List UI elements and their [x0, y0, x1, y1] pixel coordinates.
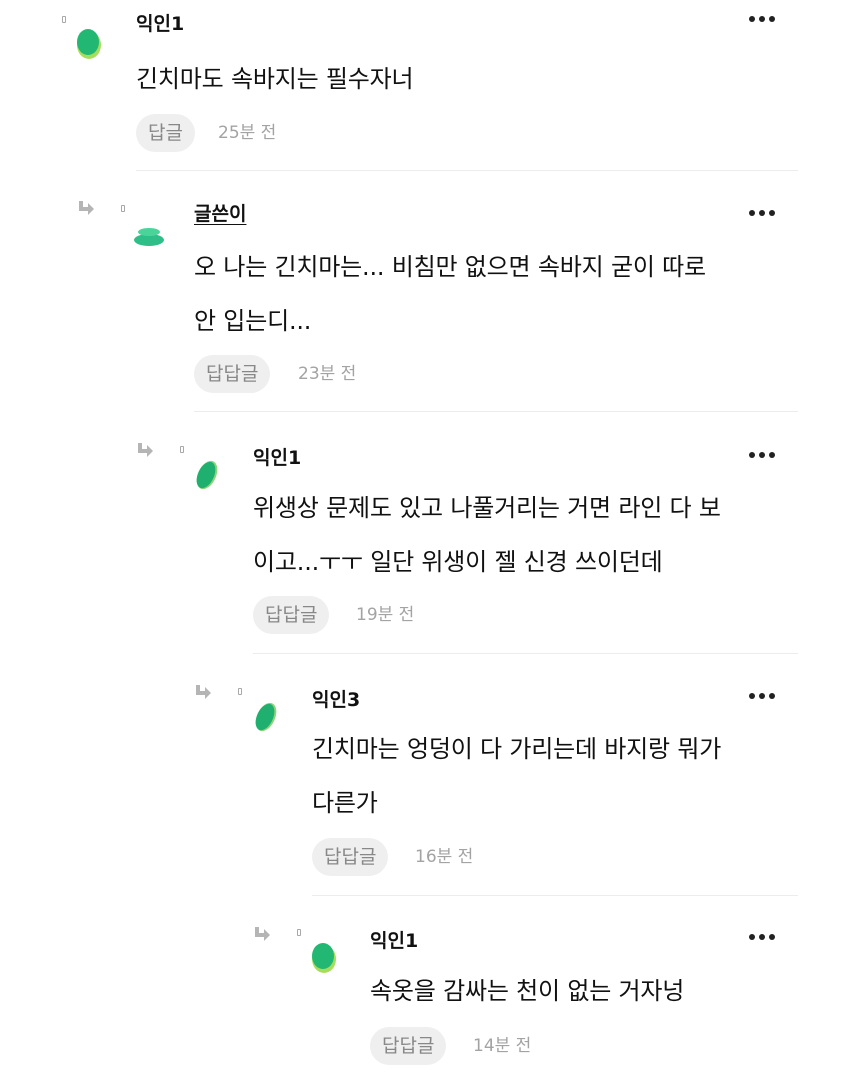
- comment-text-line: 긴치마는 엉덩이 다 가리는데 바지랑 뭐가: [312, 735, 722, 763]
- reply-button[interactable]: 답답글: [253, 596, 330, 634]
- comment-text-line: 다른가: [312, 789, 378, 817]
- reply-button[interactable]: 답답글: [194, 355, 271, 393]
- avatar-icon[interactable]: [249, 700, 283, 734]
- avatar-icon[interactable]: [190, 458, 224, 492]
- comment-text-line: 이고...ㅜㅜ 일단 위생이 젤 신경 쓰이던데: [253, 548, 663, 576]
- reply-button[interactable]: 답글: [136, 114, 195, 152]
- badge-mark-icon: [121, 205, 125, 212]
- avatar-icon[interactable]: [132, 222, 166, 256]
- badge-mark-icon: [180, 446, 184, 453]
- author-name[interactable]: 익인1: [253, 446, 301, 470]
- author-name[interactable]: 익인1: [370, 929, 418, 953]
- more-options-icon[interactable]: [749, 208, 777, 218]
- comment-text-line: 속옷을 감싸는 천이 없는 거자넝: [370, 977, 685, 1005]
- reply-arrow-icon: [255, 927, 270, 941]
- badge-mark-icon: [62, 16, 66, 23]
- reply-arrow-icon: [138, 443, 153, 457]
- timestamp: 16분 전: [415, 847, 474, 867]
- reply-arrow-icon: [196, 685, 211, 699]
- divider: [312, 895, 798, 896]
- more-options-icon[interactable]: [749, 691, 777, 701]
- author-name[interactable]: 익인3: [312, 688, 360, 712]
- reply-arrow-icon: [79, 201, 94, 215]
- timestamp: 25분 전: [218, 123, 277, 143]
- author-name[interactable]: 익인1: [136, 12, 184, 36]
- comment-text-line: 위생상 문제도 있고 나풀거리는 거면 라인 다 보: [253, 494, 721, 522]
- badge-mark-icon: [297, 929, 301, 936]
- divider: [253, 653, 798, 654]
- comment-text-line: 안 입는디...: [194, 307, 312, 335]
- divider: [194, 411, 798, 412]
- comment-text-line: 오 나는 긴치마는... 비침만 없으면 속바지 굳이 따로: [194, 253, 706, 281]
- avatar-icon[interactable]: [72, 26, 106, 60]
- divider: [136, 170, 798, 171]
- timestamp: 23분 전: [298, 364, 357, 384]
- more-options-icon[interactable]: [749, 932, 777, 942]
- avatar-icon[interactable]: [307, 940, 341, 974]
- more-options-icon[interactable]: [749, 14, 777, 24]
- timestamp: 14분 전: [473, 1036, 532, 1056]
- more-options-icon[interactable]: [749, 450, 777, 460]
- badge-mark-icon: [238, 688, 242, 695]
- reply-button[interactable]: 답답글: [312, 838, 389, 876]
- author-name[interactable]: 글쓴이: [194, 202, 246, 226]
- timestamp: 19분 전: [356, 605, 415, 625]
- reply-button[interactable]: 답답글: [370, 1027, 447, 1065]
- comment-text-line: 긴치마도 속바지는 필수자너: [136, 65, 414, 93]
